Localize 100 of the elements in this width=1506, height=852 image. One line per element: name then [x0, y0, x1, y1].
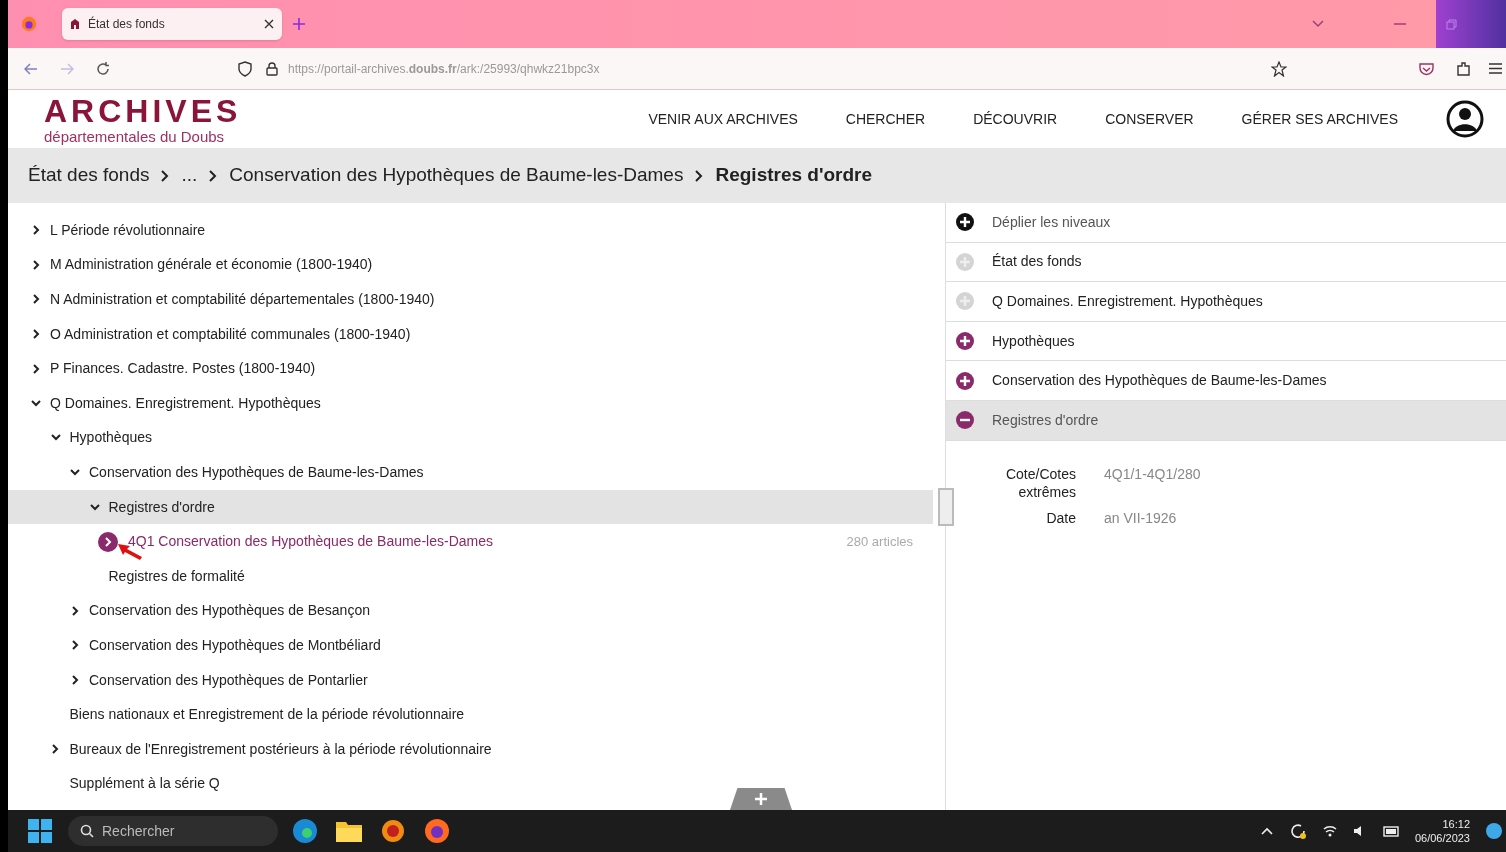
search-icon — [80, 824, 94, 838]
breadcrumb-link[interactable]: État des fonds — [28, 161, 150, 190]
star-icon[interactable] — [1271, 60, 1287, 77]
tree-item[interactable]: Conservation des Hypothèques de Pontarlier — [89, 669, 368, 691]
lock-icon — [266, 61, 278, 76]
tree-item[interactable]: Bureaux de l'Enregistrement postérieurs à la période révolutionnaire — [69, 738, 492, 760]
breadcrumb-link[interactable]: Registres d'ordre — [715, 161, 873, 190]
tree-item[interactable]: P Finances. Cadastre. Postes (1800-1940) — [50, 358, 316, 380]
plus-circle-icon — [956, 292, 974, 311]
back-arrow-icon[interactable] — [24, 62, 38, 75]
chevron-right-icon[interactable] — [71, 675, 79, 685]
tree-item[interactable]: Biens nationaux et Enregistrement de la période révolutionnaire — [69, 704, 465, 726]
chevron-right-icon[interactable] — [71, 605, 79, 616]
article-count: 280 articles — [846, 532, 913, 551]
plus-circle-icon — [956, 371, 974, 390]
tree-item[interactable]: Q Domaines. Enregistrement. Hypothèques — [50, 392, 321, 414]
tree-item[interactable]: Registres de formalité — [108, 565, 245, 587]
tree-row[interactable]: Biens nationaux et Enregistrement de la période révolutionnaire — [8, 697, 933, 732]
tree-item[interactable]: Registres d'ordre — [108, 496, 215, 518]
level-item[interactable]: Hypothèques — [946, 321, 1506, 362]
tree-row[interactable]: N Administration et comptabilité départementales (1800-1940) — [8, 282, 933, 317]
chevron-right-icon[interactable] — [32, 294, 40, 305]
splitter-handle[interactable] — [938, 488, 954, 526]
battery-icon[interactable] — [1382, 825, 1399, 837]
tree-row[interactable]: P Finances. Cadastre. Postes (1800-1940) — [8, 351, 933, 386]
tree-row[interactable]: Registres de formalité — [8, 558, 933, 594]
puzzle-icon[interactable] — [1456, 60, 1471, 77]
plus-circle-icon — [956, 213, 974, 232]
chevron-right-icon[interactable] — [32, 363, 40, 374]
pocket-icon[interactable] — [1419, 61, 1434, 76]
breadcrumb-link[interactable]: Conservation des Hypothèques de Baume-les-Dames — [229, 161, 684, 190]
folder-icon[interactable] — [336, 820, 362, 842]
chevron-down-icon[interactable] — [31, 399, 41, 407]
start-icon[interactable] — [28, 819, 52, 843]
tree-row[interactable]: Conservation des Hypothèques de Pontarlier — [8, 662, 933, 698]
tree-row[interactable]: Conservation des Hypothèques de Montbéliard — [8, 628, 933, 663]
tree-row[interactable]: M Administration générale et économie (1800-1940) — [8, 247, 933, 283]
level-item[interactable]: Q Domaines. Enregistrement. Hypothèques — [946, 282, 1506, 322]
tree-row[interactable]: O Administration et comptabilité communales (1800-1940) — [8, 316, 933, 352]
level-item[interactable]: Conservation des Hypothèques de Baume-les-Dames — [946, 361, 1506, 401]
wifi-icon[interactable] — [1322, 825, 1337, 837]
chevron-right-icon[interactable] — [32, 259, 40, 270]
add-tab-button[interactable] — [730, 788, 792, 810]
selected-row[interactable]: Registres d'ordre — [8, 489, 933, 525]
tree-row[interactable]: Hypothèques — [8, 420, 933, 456]
nav-link[interactable]: CONSERVER — [1105, 108, 1194, 130]
chevron-up-icon[interactable] — [1260, 827, 1273, 835]
chevron-right-icon[interactable] — [52, 744, 59, 755]
logo-title[interactable]: ARCHIVES — [44, 94, 242, 127]
taskbar-search-field[interactable]: Rechercher — [68, 816, 278, 846]
tree-item[interactable]: Conservation des Hypothèques de Baume-les-Dames — [89, 461, 424, 483]
sync-icon[interactable] — [1288, 822, 1307, 840]
nav-link[interactable]: CHERCHER — [845, 108, 926, 130]
plus-circle-icon — [956, 252, 974, 271]
tree-item[interactable]: M Administration générale et économie (1800-1940) — [50, 254, 373, 276]
tree-row[interactable]: Conservation des Hypothèques de Besançon — [8, 593, 933, 629]
chevron-down-icon[interactable] — [89, 503, 100, 511]
tree-row[interactable]: L Période révolutionnaire — [8, 213, 933, 248]
record-link[interactable]: 4Q1 Conservation des Hypothèques de Baume-les-Dames — [128, 531, 493, 553]
chevron-right-icon[interactable] — [32, 225, 40, 236]
chevron-down-icon[interactable] — [50, 434, 61, 442]
level-item[interactable]: État des fonds — [946, 242, 1506, 283]
user-account-icon[interactable] — [1446, 100, 1484, 138]
tree-row[interactable]: 4Q1 Conservation des Hypothèques de Baume-les-Dames 280 articles — [8, 524, 933, 559]
close-icon[interactable] — [264, 19, 274, 29]
chevron-right-icon[interactable] — [32, 329, 40, 340]
level-item[interactable]: Registres d'ordre — [946, 400, 1506, 441]
tree-item[interactable]: Conservation des Hypothèques de Besançon — [89, 600, 370, 622]
chevron-right-icon[interactable] — [71, 640, 79, 651]
clock-date: 06/06/2023 — [1414, 831, 1470, 845]
reload-icon[interactable] — [96, 61, 110, 76]
notification-badge-icon[interactable] — [1486, 823, 1502, 839]
menu-icon[interactable] — [1489, 63, 1502, 74]
field-label: Date — [1045, 508, 1076, 527]
breadcrumb-link[interactable]: ... — [181, 161, 198, 190]
level-item[interactable]: Déplier les niveaux — [946, 203, 1506, 243]
tree-item[interactable]: Hypothèques — [69, 427, 152, 449]
nav-link[interactable]: GÉRER SES ARCHIVES — [1241, 108, 1398, 130]
chevron-right-icon — [161, 169, 170, 182]
chevron-circle-icon[interactable] — [98, 531, 118, 552]
tree-item[interactable]: L Période révolutionnaire — [50, 219, 206, 241]
site-favicon-icon — [70, 19, 80, 29]
tree-item[interactable]: O Administration et comptabilité communales (1800-1940) — [50, 323, 411, 345]
tree-row[interactable]: Conservation des Hypothèques de Baume-les-Dames — [8, 455, 933, 490]
nav-link[interactable]: DÉCOUVRIR — [973, 108, 1058, 130]
logo-subtitle: départementales du Doubs — [44, 128, 226, 144]
tree-item[interactable]: Supplément à la série Q — [69, 773, 220, 795]
tree-row[interactable]: Q Domaines. Enregistrement. Hypothèques — [8, 385, 933, 421]
tab-title: État des fonds — [88, 15, 166, 33]
field-value: 4Q1/1-4Q1/280 — [1104, 464, 1202, 484]
browser-tab[interactable]: État des fonds — [62, 8, 282, 40]
tree-row[interactable]: Bureaux de l'Enregistrement postérieurs à la période révolutionnaire — [8, 731, 933, 767]
chevron-down-icon[interactable] — [70, 468, 80, 476]
tree-row[interactable]: Supplément à la série Q — [8, 766, 933, 802]
browser-logo-icon[interactable] — [20, 15, 38, 33]
plus-icon — [755, 793, 767, 805]
field-value: an VII-1926 — [1104, 508, 1178, 527]
tree-item[interactable]: Conservation des Hypothèques de Montbéliard — [89, 634, 381, 656]
nav-link[interactable]: VENIR AUX ARCHIVES — [648, 108, 798, 130]
tree-item[interactable]: N Administration et comptabilité départementales (1800-1940) — [50, 289, 435, 310]
